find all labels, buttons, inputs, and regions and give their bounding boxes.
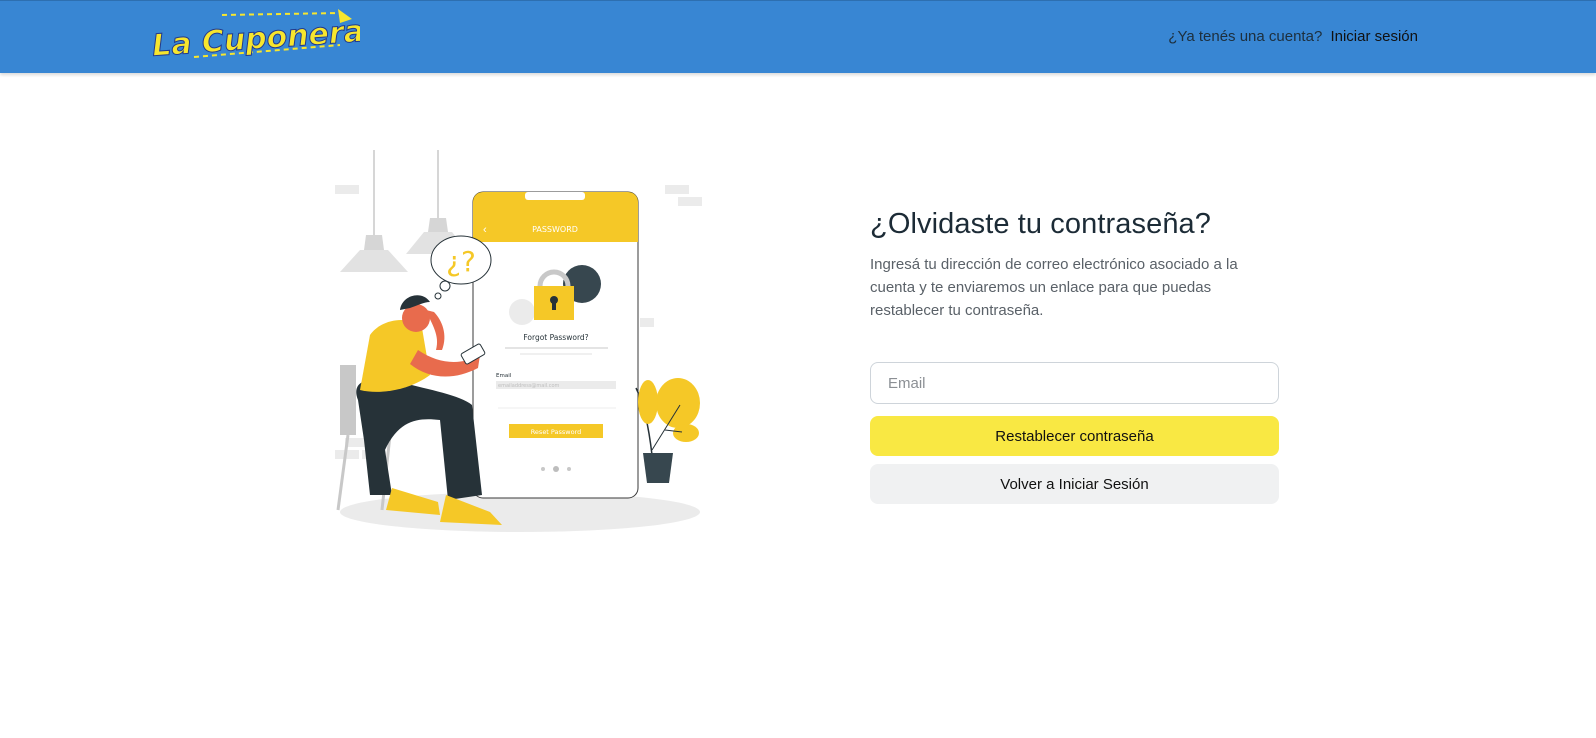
phone-screen-title: PASSWORD bbox=[532, 225, 578, 234]
wall-brick bbox=[640, 318, 654, 327]
wall-brick bbox=[678, 197, 702, 206]
logo-text: La Cuponera bbox=[151, 14, 360, 64]
page-title: ¿Olvidaste tu contraseña? bbox=[870, 208, 1212, 240]
potted-plant bbox=[635, 378, 700, 483]
wall-brick bbox=[665, 185, 689, 194]
page-description: Ingresá tu dirección de correo electróni… bbox=[870, 256, 1238, 319]
phone-forgot-label: Forgot Password? bbox=[523, 333, 588, 342]
navbar: La Cuponera ¿Ya tenés una cuenta? Inicia… bbox=[0, 0, 1596, 73]
reset-password-button[interactable]: Restablecer contraseña bbox=[870, 416, 1279, 456]
forgot-password-illustration: PASSWORD ‹ Forgot Password? Email emaila… bbox=[335, 150, 702, 532]
phone-back-icon: ‹ bbox=[483, 224, 487, 236]
email-input[interactable] bbox=[870, 362, 1279, 404]
phone-email-placeholder: emailaddress@mail.com bbox=[498, 383, 560, 389]
login-link[interactable]: Iniciar sesión bbox=[1330, 28, 1418, 45]
phone-mockup: PASSWORD ‹ Forgot Password? Email emaila… bbox=[472, 191, 639, 499]
login-prompt: ¿Ya tenés una cuenta? Iniciar sesión bbox=[1168, 28, 1418, 45]
back-to-login-button[interactable]: Volver a Iniciar Sesión bbox=[870, 464, 1279, 504]
phone-reset-button: Reset Password bbox=[531, 428, 582, 436]
phone-email-label: Email bbox=[496, 373, 512, 379]
login-question: ¿Ya tenés una cuenta? bbox=[1168, 28, 1323, 45]
la-cuponera-logo[interactable]: La Cuponera bbox=[150, 9, 360, 69]
forgot-password-form: ¿Olvidaste tu contraseña? Ingresá tu dir… bbox=[870, 208, 1279, 504]
wall-brick bbox=[335, 185, 359, 194]
ceiling-lamp-left bbox=[340, 150, 408, 272]
thought-bubble-text: ¿? bbox=[446, 245, 476, 278]
